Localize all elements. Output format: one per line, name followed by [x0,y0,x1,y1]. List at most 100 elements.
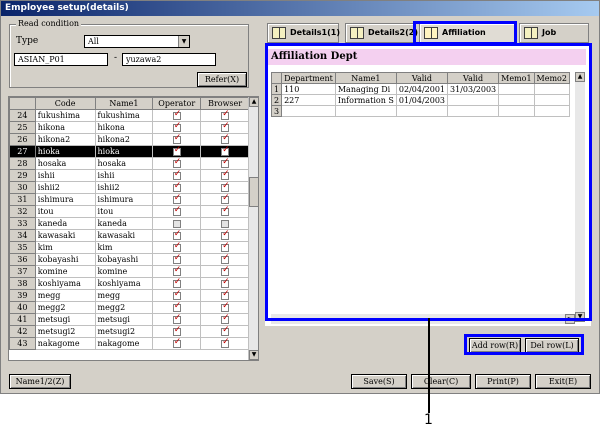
table-row[interactable]: 42 metsugi2 metsugi2 [9,325,250,338]
save-button[interactable]: Save(S) [351,374,407,389]
name1-cell[interactable]: hikona [94,121,154,134]
code-cell[interactable]: kaneda [34,217,96,230]
name1-cell[interactable]: metsugi2 [94,325,154,338]
affiliation-vertical-scrollbar[interactable]: ▲ ▼ [575,72,585,322]
table-row[interactable]: 27 hioka hioka [9,145,250,158]
table-row[interactable]: 26 hikona2 hikona2 [9,133,250,146]
table-row[interactable]: 40 megg2 megg2 [9,301,250,314]
browser-checkbox[interactable] [221,267,230,276]
tab-job-title[interactable]: Job title(4) [519,23,589,55]
employee-table-scrollbar[interactable]: ▲ ▼ [248,97,258,360]
table-row[interactable]: 37 komine komine [9,265,250,278]
operator-checkbox[interactable] [172,267,181,276]
valid-from-cell[interactable]: 02/04/2001 [395,83,449,95]
code-to-input[interactable]: yuzawa2 [122,53,216,66]
code-cell[interactable]: komine [34,265,96,278]
operator-checkbox[interactable] [172,291,181,300]
valid-from-cell[interactable]: 01/04/2003 [395,94,449,106]
memo1-cell[interactable] [498,105,535,117]
code-cell[interactable]: kawasaki [34,229,96,242]
operator-checkbox[interactable] [172,111,181,120]
scroll-up-icon[interactable]: ▲ [249,97,258,107]
operator-checkbox[interactable] [172,231,181,240]
operator-checkbox[interactable] [172,195,181,204]
operator-checkbox[interactable] [172,183,181,192]
browser-checkbox[interactable] [221,147,230,156]
name1-column-header[interactable]: Name1 [94,97,154,110]
name1-cell[interactable]: komine [94,265,154,278]
name1-cell[interactable]: kim [94,241,154,254]
memo2-cell[interactable] [533,94,570,106]
code-cell[interactable]: hikona2 [34,133,96,146]
browser-checkbox[interactable] [221,135,230,144]
browser-checkbox[interactable] [221,327,230,336]
table-row[interactable]: 28 hosaka hosaka [9,157,250,170]
code-cell[interactable]: ishimura [34,193,96,206]
operator-checkbox[interactable] [172,255,181,264]
browser-checkbox[interactable] [221,339,230,348]
operator-checkbox[interactable] [172,315,181,324]
name1-cell[interactable]: itou [94,205,154,218]
tab-details1[interactable]: Details1(1) [267,23,340,43]
name1-cell[interactable]: megg2 [94,301,154,314]
code-cell[interactable]: metsugi [34,313,96,326]
browser-checkbox[interactable] [221,231,230,240]
table-row[interactable]: 25 hikona hikona [9,121,250,134]
name1-cell[interactable]: Managing Di [334,83,397,95]
browser-checkbox[interactable] [221,123,230,132]
table-row[interactable]: 33 kaneda kaneda [9,217,250,230]
browser-checkbox[interactable] [221,279,230,288]
browser-checkbox[interactable] [221,183,230,192]
operator-checkbox[interactable] [172,220,181,228]
table-row[interactable]: 43 nakagome nakagome [9,337,250,350]
department-column-header[interactable]: Department [281,72,336,84]
department-cell[interactable]: 227 [281,94,336,106]
code-from-input[interactable]: ASIAN_P01 [14,53,108,66]
department-cell[interactable] [281,105,336,117]
name1-cell[interactable] [334,105,397,117]
scroll-thumb[interactable] [249,177,258,207]
operator-checkbox[interactable] [172,171,181,180]
code-cell[interactable]: fukushima [34,109,96,122]
operator-checkbox[interactable] [172,243,181,252]
browser-checkbox[interactable] [221,207,230,216]
name1-cell[interactable]: nakagome [94,337,154,350]
operator-checkbox[interactable] [172,135,181,144]
table-row[interactable]: 29 ishii ishii [9,169,250,182]
browser-checkbox[interactable] [221,315,230,324]
name1-cell[interactable]: hioka [94,145,154,158]
chevron-down-icon[interactable]: ▼ [178,36,189,47]
operator-checkbox[interactable] [172,327,181,336]
code-cell[interactable]: hosaka [34,157,96,170]
department-cell[interactable]: 110 [281,83,336,95]
browser-checkbox[interactable] [221,171,230,180]
name1-cell[interactable]: kaneda [94,217,154,230]
memo1-cell[interactable] [498,94,535,106]
table-row[interactable]: 30 ishii2 ishii2 [9,181,250,194]
name1-cell[interactable]: fukushima [94,109,154,122]
operator-checkbox[interactable] [172,159,181,168]
browser-checkbox[interactable] [221,243,230,252]
table-row[interactable]: 31 ishimura ishimura [9,193,250,206]
table-row[interactable]: 2 227 Information S 01/04/2003 [270,94,570,106]
print-button[interactable]: Print(P) [475,374,531,389]
scroll-down-icon[interactable]: ▼ [575,312,585,322]
browser-checkbox[interactable] [221,303,230,312]
operator-column-header[interactable]: Operator [152,97,202,110]
browser-column-header[interactable]: Browser [200,97,250,110]
code-cell[interactable]: hioka [34,145,96,158]
operator-checkbox[interactable] [172,147,181,156]
exit-button[interactable]: Exit(E) [535,374,591,389]
name1-cell[interactable]: metsugi [94,313,154,326]
code-cell[interactable]: megg2 [34,301,96,314]
name1-cell[interactable]: hikona2 [94,133,154,146]
table-row[interactable]: 38 koshiyama koshiyama [9,277,250,290]
valid-to-cell[interactable]: 31/03/2003 [447,83,500,95]
del-row-button[interactable]: Del row(L) [525,338,579,353]
name-toggle-button[interactable]: Name1/2(Z) [9,374,71,389]
operator-checkbox[interactable] [172,279,181,288]
tab-affiliation-dept[interactable]: Affiliation Dept(3) [419,23,515,55]
browser-checkbox[interactable] [221,195,230,204]
name1-cell[interactable]: Information S [334,94,397,106]
code-cell[interactable]: hikona [34,121,96,134]
